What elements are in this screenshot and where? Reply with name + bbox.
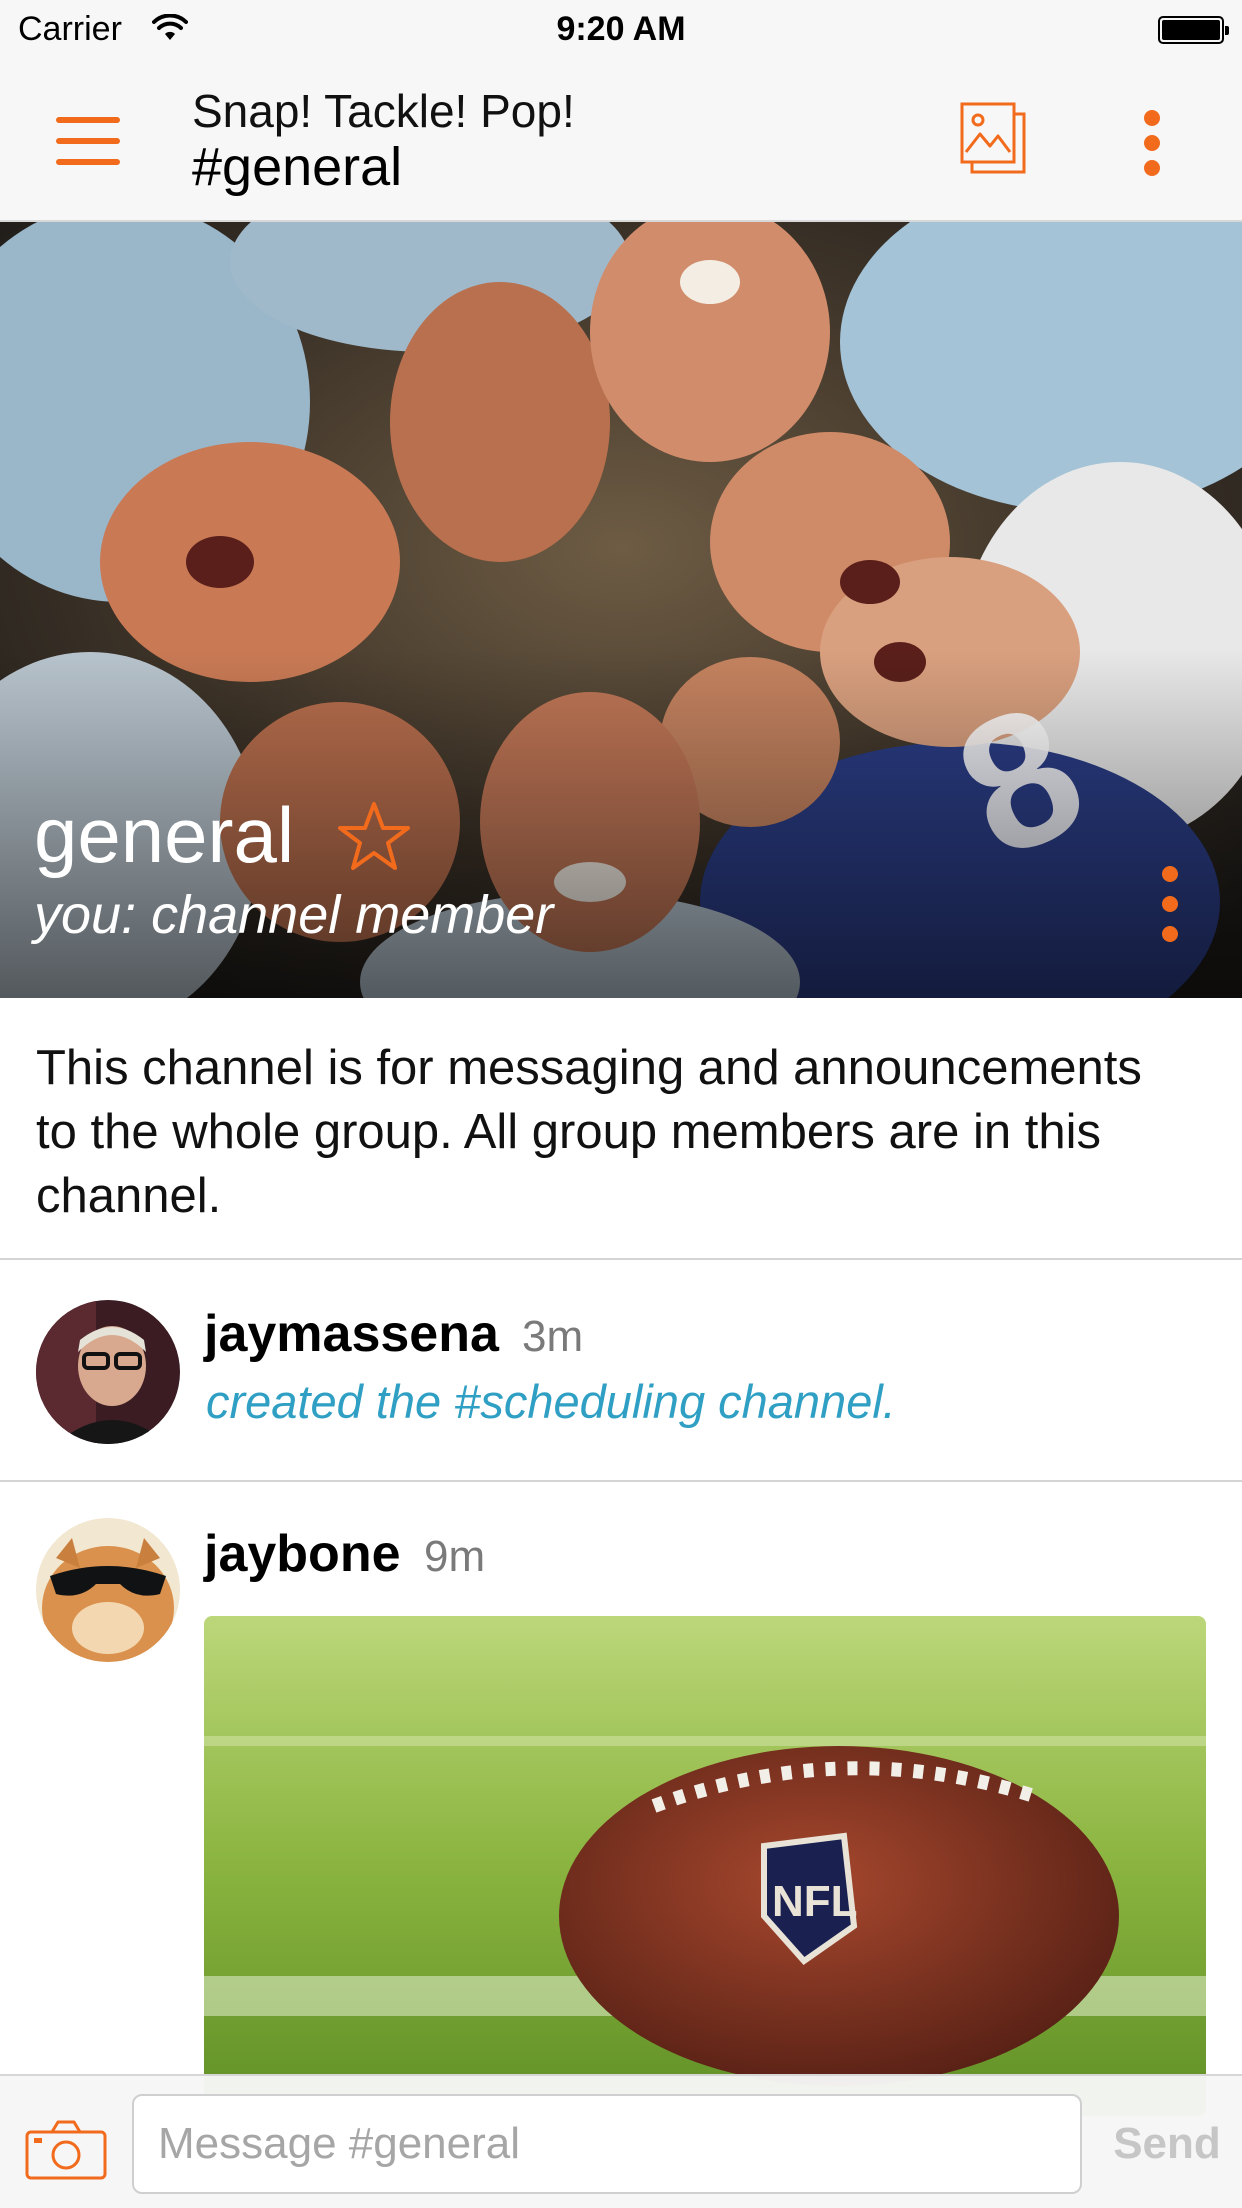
menu-icon[interactable] <box>56 117 120 165</box>
star-icon[interactable] <box>334 798 414 878</box>
message-item: jaymassena 3m created the #scheduling ch… <box>0 1262 1242 1480</box>
message-time: 3m <box>522 1312 584 1361</box>
channel-hero: 8 general you: channel member <box>0 222 1242 998</box>
channel-name: #general <box>192 137 403 197</box>
hero-gradient <box>0 222 1242 998</box>
message-attachment-image[interactable]: NFL <box>204 1616 1206 2116</box>
svg-text:NFL: NFL <box>772 1877 858 1926</box>
more-vertical-icon[interactable] <box>1134 108 1170 178</box>
membership-status: you: channel member <box>34 885 554 945</box>
group-name: Snap! Tackle! Pop! <box>192 85 575 137</box>
status-bar: Carrier 9:20 AM <box>0 0 1242 60</box>
battery-icon <box>1158 16 1229 44</box>
camera-icon[interactable] <box>24 2118 108 2182</box>
send-button[interactable]: Send <box>1092 2094 1242 2194</box>
message-author[interactable]: jaybone <box>204 1524 401 1584</box>
gallery-icon[interactable] <box>958 100 1028 176</box>
avatar[interactable] <box>36 1518 180 1662</box>
divider <box>0 1258 1242 1260</box>
channel-description: This channel is for messaging and announ… <box>36 1041 1142 1223</box>
message-author[interactable]: jaymassena <box>204 1304 499 1364</box>
hero-channel-title: general <box>34 791 295 879</box>
clock: 9:20 AM <box>556 10 686 48</box>
more-vertical-icon[interactable] <box>1152 862 1188 946</box>
message-text[interactable]: created the #scheduling channel. <box>206 1374 896 1429</box>
message-time: 9m <box>424 1532 486 1581</box>
avatar[interactable] <box>36 1300 180 1444</box>
nav-bar: Snap! Tackle! Pop! #general <box>0 60 1242 222</box>
message-input[interactable] <box>132 2094 1082 2194</box>
compose-bar: Send <box>0 2074 1242 2208</box>
